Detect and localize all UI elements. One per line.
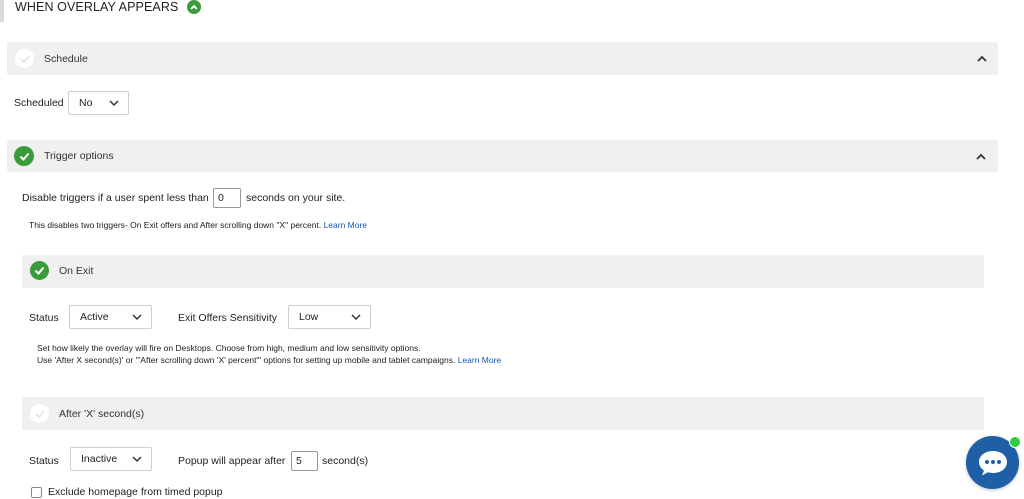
section-title: WHEN OVERLAY APPEARS	[15, 0, 179, 14]
chevron-down-icon	[109, 100, 119, 107]
on-exit-status-value: Active	[80, 311, 109, 323]
exit-sensitivity-label: Exit Offers Sensitivity	[178, 312, 278, 324]
disable-triggers-suffix: seconds on your site.	[246, 192, 346, 204]
on-exit-status-icon	[30, 261, 49, 280]
on-exit-help-line2: Use 'After X second(s)' or '"After scrol…	[37, 354, 501, 366]
after-x-panel-header[interactable]: After 'X' second(s)	[22, 397, 984, 430]
trigger-panel-header[interactable]: Trigger options	[7, 140, 998, 172]
schedule-status-icon	[15, 49, 34, 68]
scheduled-select-value: No	[79, 97, 93, 109]
on-exit-panel-header[interactable]: On Exit	[22, 255, 984, 288]
after-x-title: After 'X' second(s)	[59, 408, 145, 420]
popup-appear-label: Popup will appear after	[178, 455, 286, 467]
on-exit-help-text: Use 'After X second(s)' or '"After scrol…	[37, 355, 456, 365]
on-exit-learn-more-link[interactable]: Learn More	[458, 355, 501, 365]
scheduled-label: Scheduled	[14, 97, 64, 109]
chat-bubble-icon	[978, 450, 1007, 475]
exit-sensitivity-value: Low	[299, 311, 319, 323]
chevron-up-icon[interactable]	[976, 153, 986, 160]
trigger-learn-more-link[interactable]: Learn More	[324, 220, 367, 230]
popup-appear-seconds-input[interactable]: 5	[291, 451, 318, 471]
after-x-status-icon	[30, 404, 49, 423]
check-icon	[19, 54, 30, 63]
disable-triggers-seconds-input[interactable]: 0	[213, 188, 241, 208]
on-exit-title: On Exit	[59, 265, 94, 277]
trigger-title: Trigger options	[44, 150, 114, 162]
after-x-status-label: Status	[29, 455, 59, 467]
popup-appear-suffix: second(s)	[322, 455, 369, 467]
scheduled-select[interactable]: No	[68, 91, 129, 115]
chevron-up-icon[interactable]	[977, 55, 987, 62]
header-accent-bar	[0, 0, 4, 22]
check-icon	[34, 266, 45, 275]
chevron-down-icon	[132, 456, 142, 463]
online-status-dot	[1009, 436, 1021, 448]
check-icon	[19, 152, 29, 161]
trigger-note-text: This disables two triggers- On Exit offe…	[29, 220, 322, 230]
chevron-up-icon	[190, 4, 198, 10]
after-x-status-value: Inactive	[81, 453, 118, 465]
exit-sensitivity-select[interactable]: Low	[288, 305, 371, 329]
on-exit-status-select[interactable]: Active	[69, 305, 152, 329]
after-x-status-select[interactable]: Inactive	[70, 447, 152, 471]
on-exit-status-label: Status	[29, 312, 59, 324]
on-exit-help-line1: Set how likely the overlay will fire on …	[37, 343, 421, 353]
disable-triggers-prefix: Disable triggers if a user spent less th…	[22, 192, 209, 204]
exclude-homepage-checkbox[interactable]	[31, 487, 42, 498]
check-icon	[34, 409, 45, 418]
chevron-down-icon	[132, 314, 142, 321]
trigger-note: This disables two triggers- On Exit offe…	[29, 219, 367, 231]
schedule-panel-header[interactable]: Schedule	[7, 42, 998, 75]
trigger-status-icon	[14, 146, 34, 166]
chevron-down-icon	[351, 314, 361, 321]
exclude-homepage-label: Exclude homepage from timed popup	[48, 486, 223, 498]
collapse-section-button[interactable]	[187, 0, 201, 14]
schedule-title: Schedule	[44, 53, 88, 65]
